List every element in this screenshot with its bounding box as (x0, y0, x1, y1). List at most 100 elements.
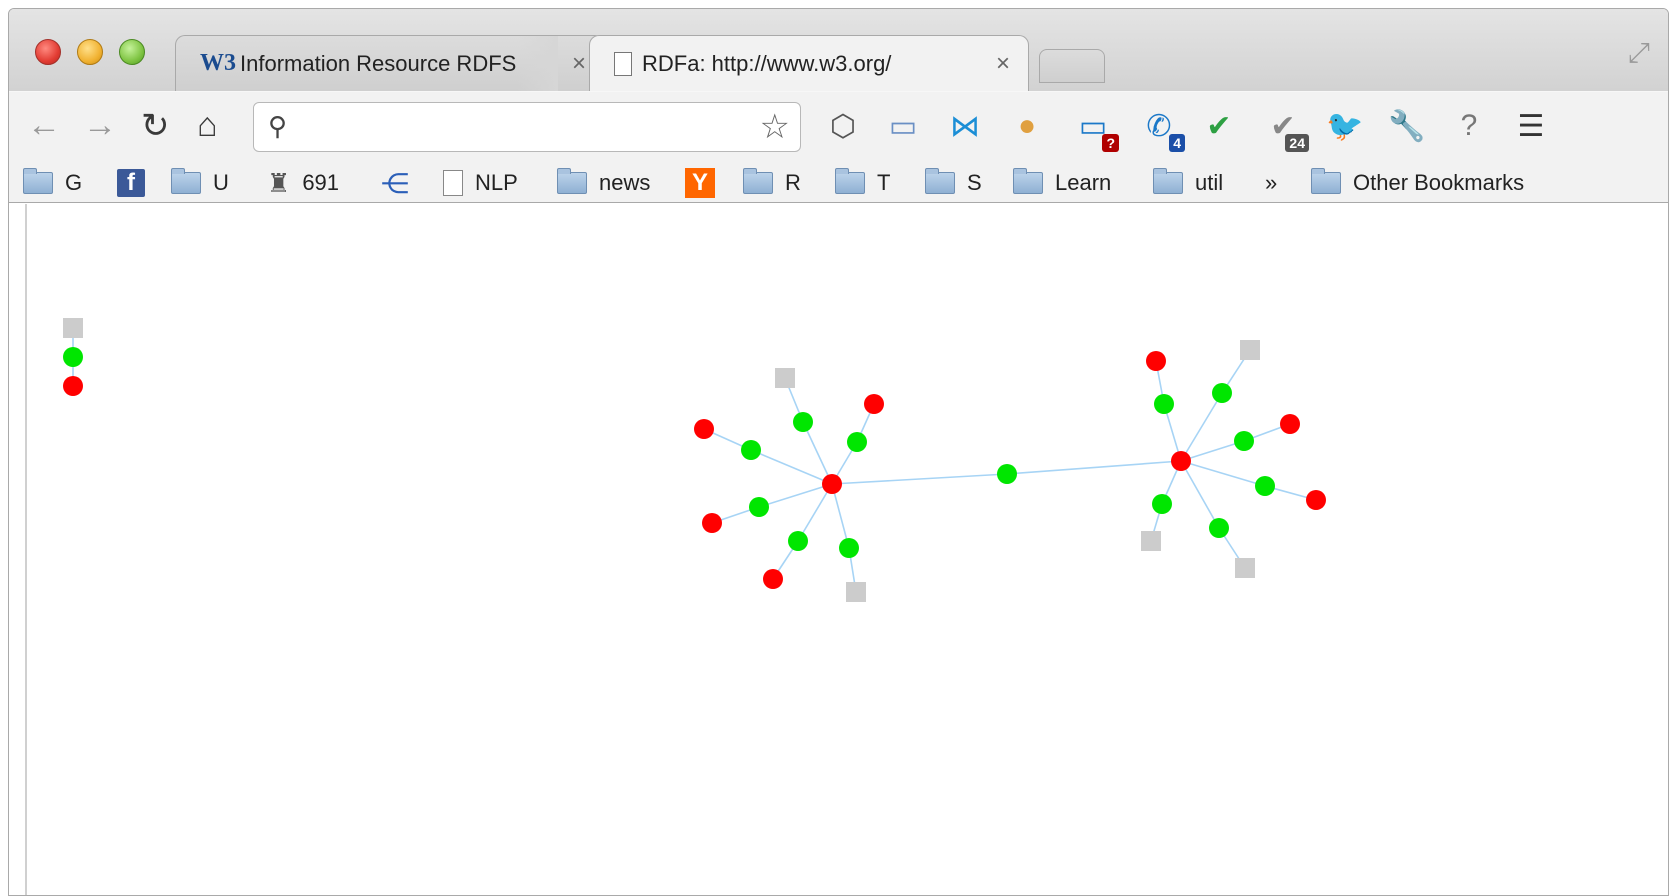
bookmarks-overflow-button[interactable]: » (1265, 167, 1277, 199)
graph-node-literal[interactable] (63, 318, 83, 338)
check-circle-icon[interactable]: ✔ 24 (1263, 104, 1309, 152)
close-tab-icon[interactable]: × (572, 50, 586, 78)
bookmark-share[interactable]: ⋲ (381, 167, 409, 199)
graph-node-property[interactable] (847, 432, 867, 452)
graph-node-literal[interactable] (1235, 558, 1255, 578)
tab-title: Information Resource RDFS (240, 50, 517, 76)
graph-link (1180, 392, 1223, 462)
graph-node-property[interactable] (997, 464, 1017, 484)
scale-icon-glyph: ? (1460, 109, 1478, 142)
window-icon[interactable]: ▭? (1073, 104, 1119, 152)
share-graph-icon: ⋲ (381, 167, 409, 199)
back-button[interactable]: ← (27, 106, 61, 145)
graph-link (831, 473, 1008, 485)
graph-node-resource[interactable] (864, 394, 884, 414)
page-icon (443, 170, 463, 196)
bowtie-icon[interactable]: ⋈ (945, 104, 985, 148)
tag-icon[interactable]: ⬡ (823, 104, 863, 148)
phone-icon[interactable]: ✆ 4 (1139, 104, 1185, 152)
search-icon: ⚲ (268, 111, 288, 141)
puffer-icon[interactable]: ● (1007, 104, 1047, 148)
close-window-button[interactable] (35, 39, 61, 65)
twitter-icon[interactable]: 🐦 (1325, 104, 1365, 148)
bookmark-691[interactable]: ♜ 691 (267, 167, 339, 199)
bowtie-icon-glyph: ⋈ (950, 109, 980, 143)
bookmark-label: Learn (1055, 170, 1112, 195)
close-tab-icon[interactable]: × (996, 50, 1010, 78)
screenshot-icon[interactable]: ▭ (883, 104, 923, 148)
bookmark-folder-learn[interactable]: Learn (1013, 167, 1111, 199)
tab-rdfa[interactable]: RDFa: http://www.w3.org/ × (589, 35, 1029, 91)
graph-node-literal[interactable] (1240, 340, 1260, 360)
bookmark-star-icon[interactable]: ☆ (760, 107, 790, 147)
page-content (9, 204, 1668, 895)
graph-node-resource[interactable] (822, 474, 842, 494)
extension-badge: ? (1102, 134, 1119, 152)
checkmark-icon[interactable]: ✔ (1199, 104, 1239, 148)
graph-node-property[interactable] (741, 440, 761, 460)
graph-node-resource[interactable] (1280, 414, 1300, 434)
graph-node-property[interactable] (788, 531, 808, 551)
graph-node-property[interactable] (793, 412, 813, 432)
folder-icon (925, 168, 955, 194)
title-bar: W3 Information Resource RDFS × RDFa: htt… (9, 9, 1668, 91)
graph-node-property[interactable] (63, 347, 83, 367)
graph-link (802, 421, 833, 485)
folder-icon (171, 168, 201, 194)
tab-title-fade (518, 36, 558, 91)
forward-button[interactable]: → (83, 106, 117, 145)
bookmark-ycombinator[interactable]: Y (685, 167, 715, 199)
browser-window: W3 Information Resource RDFS × RDFa: htt… (8, 8, 1669, 896)
graph-node-literal[interactable] (775, 368, 795, 388)
graph-node-property[interactable] (1234, 431, 1254, 451)
graph-node-resource[interactable] (63, 376, 83, 396)
graph-node-property[interactable] (1212, 383, 1232, 403)
bookmark-label: Other Bookmarks (1353, 170, 1525, 195)
tab-information-resource[interactable]: W3 Information Resource RDFS × (175, 35, 605, 91)
graph-node-literal[interactable] (1141, 531, 1161, 551)
graph-link (750, 449, 833, 485)
address-input[interactable] (304, 111, 744, 143)
graph-node-property[interactable] (839, 538, 859, 558)
bookmark-facebook[interactable]: f (117, 167, 145, 199)
bookmark-label: S (967, 170, 982, 195)
graph-node-property[interactable] (1154, 394, 1174, 414)
scale-icon[interactable]: ? (1449, 104, 1489, 148)
bookmark-folder-g[interactable]: G (23, 167, 82, 199)
zoom-window-button[interactable] (119, 39, 145, 65)
facebook-icon: f (117, 169, 145, 197)
bookmark-folder-other[interactable]: Other Bookmarks (1311, 167, 1524, 199)
fullscreen-icon[interactable]: ⤢ (1628, 37, 1650, 70)
graph-node-property[interactable] (1255, 476, 1275, 496)
graph-node-resource[interactable] (1171, 451, 1191, 471)
wrench-icon[interactable]: 🔧 (1387, 104, 1427, 148)
bookmark-folder-news[interactable]: news (557, 167, 650, 199)
graph-node-resource[interactable] (1306, 490, 1326, 510)
bookmark-nlp[interactable]: NLP (443, 167, 518, 199)
bookmark-folder-t[interactable]: T (835, 167, 890, 199)
bookmark-label: util (1195, 170, 1224, 195)
graph-node-resource[interactable] (1146, 351, 1166, 371)
graph-node-resource[interactable] (694, 419, 714, 439)
folder-icon (1153, 168, 1183, 194)
graph-node-property[interactable] (1152, 494, 1172, 514)
graph-node-resource[interactable] (702, 513, 722, 533)
home-button[interactable]: ⌂ (197, 106, 218, 145)
new-tab-button[interactable] (1039, 49, 1105, 83)
bookmark-folder-s[interactable]: S (925, 167, 982, 199)
bookmark-folder-u[interactable]: U (171, 167, 229, 199)
folder-icon (1311, 168, 1341, 194)
minimize-window-button[interactable] (77, 39, 103, 65)
bookmark-label: U (213, 170, 229, 195)
folder-icon (557, 168, 587, 194)
omnibox[interactable]: ⚲ ☆ (253, 102, 801, 152)
graph-link (1006, 460, 1182, 475)
graph-node-literal[interactable] (846, 582, 866, 602)
graph-node-property[interactable] (1209, 518, 1229, 538)
bookmark-folder-r[interactable]: R (743, 167, 801, 199)
graph-node-property[interactable] (749, 497, 769, 517)
bookmark-folder-util[interactable]: util (1153, 167, 1223, 199)
graph-node-resource[interactable] (763, 569, 783, 589)
reload-button[interactable]: ↻ (141, 106, 170, 146)
menu-icon[interactable]: ☰ (1511, 104, 1551, 148)
